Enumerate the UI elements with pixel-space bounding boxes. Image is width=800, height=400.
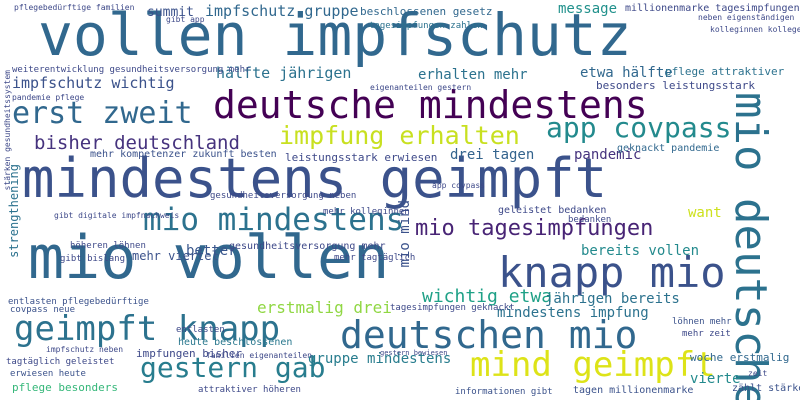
cloud-word: gibt app	[166, 15, 205, 24]
cloud-word: tagesimpfungen zahlen	[369, 21, 483, 31]
cloud-word: heute beschlossenen	[178, 337, 293, 348]
cloud-word: neben eigenständigen	[698, 13, 795, 22]
cloud-word: gibt bislang	[60, 254, 126, 264]
cloud-word: zeit	[748, 369, 768, 378]
cloud-word: app covpass	[432, 181, 485, 190]
cloud-word: erst zweit	[12, 96, 193, 131]
cloud-word: app covpass	[546, 111, 732, 144]
cloud-word: tagesimpfungen geknackt	[390, 303, 515, 313]
cloud-word: stärken gesundheitssystem	[3, 70, 12, 191]
cloud-word: gibt digitale impfnachweis	[54, 211, 180, 220]
cloud-word: besonders leistungsstark	[596, 79, 755, 92]
cloud-word: löhnen mehr	[672, 317, 732, 327]
cloud-word: etwa hälfte	[580, 65, 673, 81]
cloud-word: gestern bewiesen	[380, 349, 448, 357]
cloud-word: familien eigenanteilen	[206, 351, 312, 360]
cloud-word: informationen gibt	[455, 387, 553, 397]
cloud-word: gesundheitsversorgung mehr	[229, 241, 386, 252]
cloud-word: erhalten mehr	[418, 67, 528, 83]
cloud-word: leistungsstark erwiesen	[285, 151, 438, 164]
cloud-word: drei tagen	[450, 147, 535, 163]
cloud-word: zählt stärken	[732, 383, 800, 394]
cloud-word: pflegebedürftige familien	[14, 3, 135, 12]
cloud-word: woche erstmalig	[690, 351, 790, 364]
cloud-word: attraktiver höheren	[198, 385, 301, 395]
cloud-word: mind geimpft	[470, 345, 716, 385]
cloud-word: pflege attraktiver	[665, 65, 785, 78]
cloud-word: impfschutz neben	[46, 345, 124, 354]
cloud-word: message	[558, 1, 618, 17]
cloud-word: mio tagesimpfungen	[415, 216, 654, 241]
cloud-word: kolleginnen kollegen	[710, 25, 800, 34]
cloud-word: bereits vollen	[581, 243, 700, 259]
cloud-word: mehr tagtäglich	[334, 253, 416, 263]
cloud-word: impfschutz gruppe	[205, 2, 359, 20]
cloud-word: erstmalig drei	[257, 298, 392, 317]
cloud-word: eigenanteilen gestern	[370, 83, 472, 92]
cloud-word: mindestens impfung	[497, 305, 649, 321]
cloud-word: beschlossenen gesetz	[360, 5, 493, 18]
cloud-word: pflege besonders	[12, 381, 118, 394]
cloud-word: covpass neue	[10, 305, 76, 315]
cloud-word: erwiesen heute	[10, 369, 86, 379]
cloud-word: impfung erhalten	[279, 121, 520, 150]
cloud-word: entlasten	[176, 325, 225, 335]
cloud-word: mehr kompetenzer zukunft besten	[90, 149, 277, 160]
cloud-word: bedanken	[568, 215, 612, 225]
cloud-word: jährigen bereits	[545, 291, 680, 307]
cloud-word: impfschutz wichtig	[12, 74, 175, 92]
cloud-word: weiterentwicklung gesundheitsversorgung …	[12, 65, 251, 75]
cloud-word: höheren löhnen	[70, 241, 146, 251]
cloud-word: want	[688, 205, 722, 221]
cloud-word: geknackt pandemie	[617, 143, 720, 154]
word-cloud: vollen impfschutz mindestens geimpft mio…	[0, 0, 800, 400]
cloud-word: tagen millionenmarke	[573, 385, 694, 396]
cloud-word: mehr kolleginnen	[323, 207, 410, 217]
cloud-word: gesundheitsversorgung neben	[210, 191, 357, 201]
cloud-word: tagtäglich geleistet	[6, 357, 115, 367]
cloud-word: pandemie pflege	[12, 93, 85, 102]
cloud-word: mehr zeit	[682, 329, 731, 339]
